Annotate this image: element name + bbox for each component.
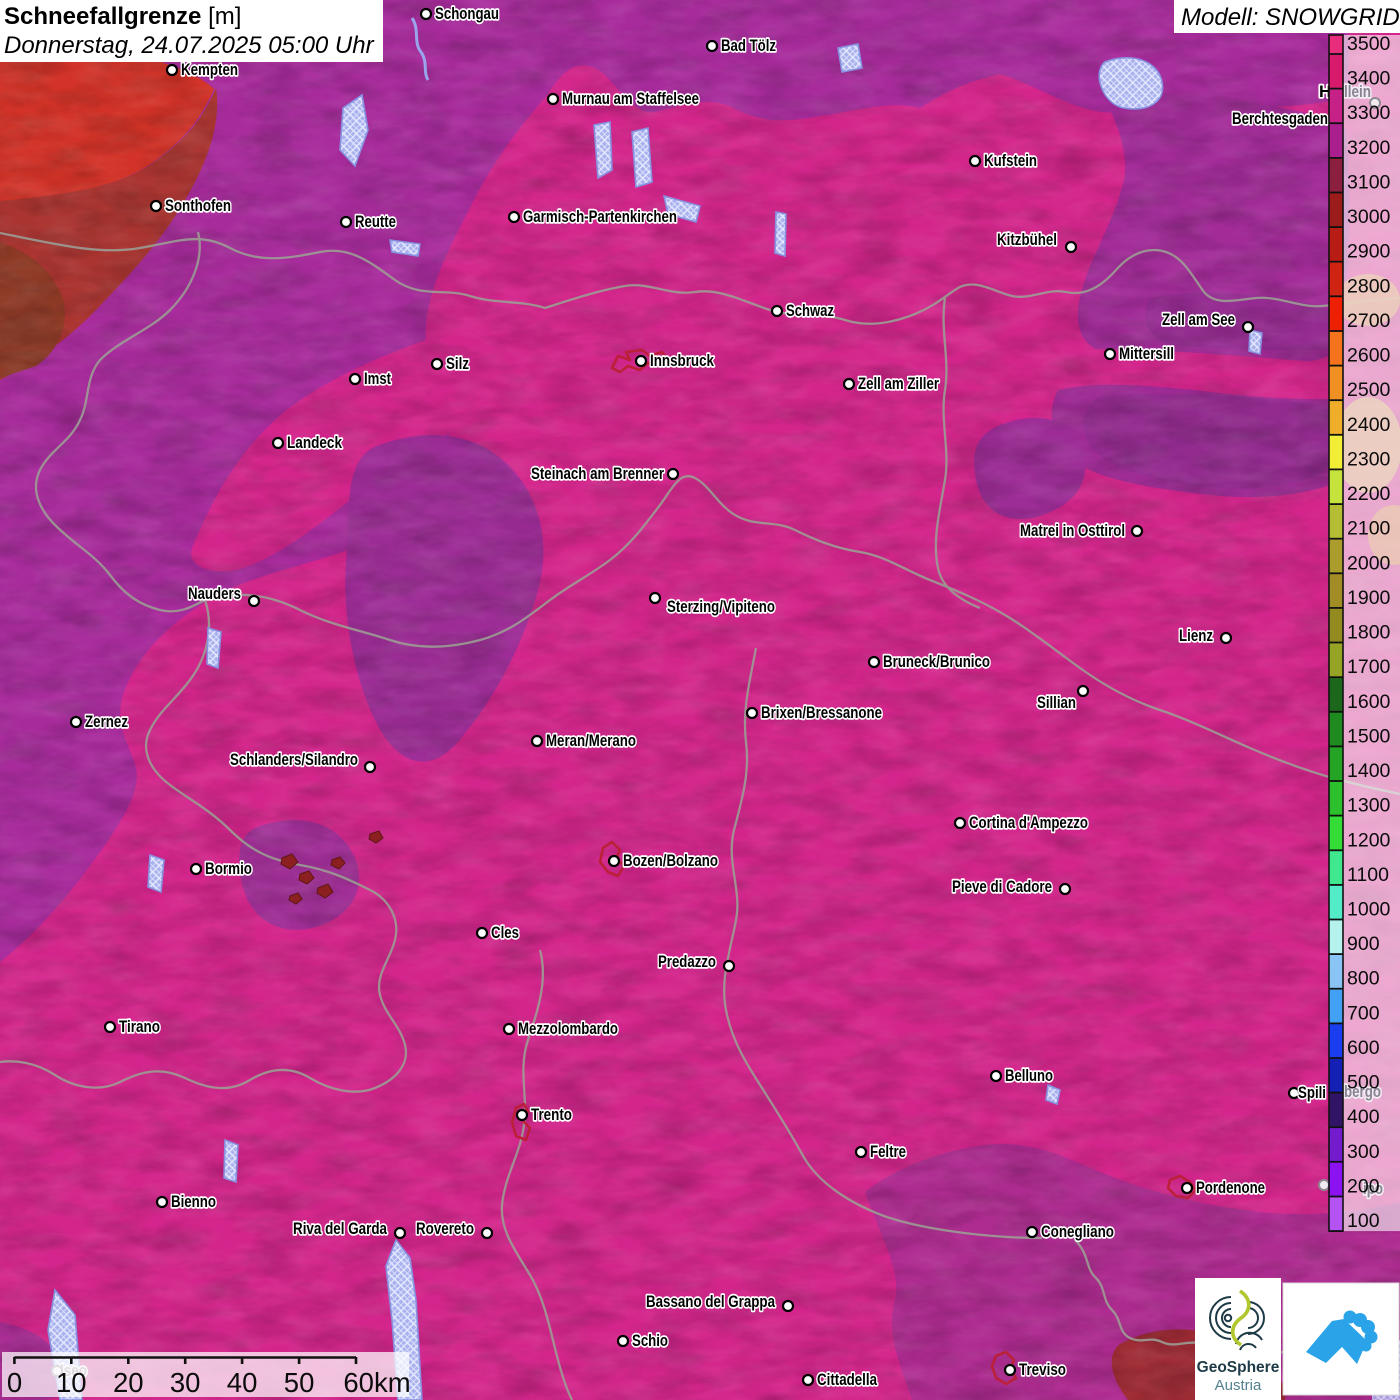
svg-text:10: 10 — [56, 1367, 87, 1398]
svg-text:50: 50 — [284, 1367, 315, 1398]
svg-text:800: 800 — [1347, 968, 1380, 990]
svg-text:Mezzolombardo: Mezzolombardo — [518, 1019, 618, 1038]
svg-text:Zell am Ziller: Zell am Ziller — [858, 374, 939, 393]
svg-text:Imst: Imst — [364, 369, 391, 388]
svg-text:Treviso: Treviso — [1019, 1360, 1066, 1379]
svg-text:GeoSphere: GeoSphere — [1197, 1359, 1280, 1376]
svg-text:1500: 1500 — [1347, 725, 1391, 747]
svg-text:Kufstein: Kufstein — [984, 151, 1037, 170]
svg-text:2700: 2700 — [1347, 310, 1391, 332]
svg-text:400: 400 — [1347, 1106, 1380, 1128]
svg-text:Silz: Silz — [446, 354, 469, 373]
svg-text:700: 700 — [1347, 1002, 1380, 1024]
svg-text:3100: 3100 — [1347, 172, 1391, 194]
svg-text:1900: 1900 — [1347, 587, 1391, 609]
svg-text:Schneefallgrenze [m]: Schneefallgrenze [m] — [4, 3, 241, 30]
svg-text:Schlanders/Silandro: Schlanders/Silandro — [230, 750, 358, 769]
svg-text:Bad Tölz: Bad Tölz — [721, 36, 776, 55]
svg-text:40: 40 — [227, 1367, 258, 1398]
svg-text:Lienz: Lienz — [1179, 626, 1213, 645]
svg-text:2300: 2300 — [1347, 448, 1391, 470]
svg-text:200: 200 — [1347, 1176, 1380, 1198]
svg-text:Pordenone: Pordenone — [1196, 1178, 1265, 1197]
svg-text:Modell: SNOWGRID: Modell: SNOWGRID — [1181, 4, 1400, 31]
svg-text:2200: 2200 — [1347, 483, 1391, 505]
svg-text:3200: 3200 — [1347, 137, 1391, 159]
svg-text:60km: 60km — [343, 1367, 410, 1398]
svg-text:3500: 3500 — [1347, 33, 1391, 55]
svg-text:3300: 3300 — [1347, 102, 1391, 124]
svg-text:2800: 2800 — [1347, 275, 1391, 297]
svg-text:20: 20 — [113, 1367, 144, 1398]
svg-text:500: 500 — [1347, 1072, 1380, 1094]
svg-text:Tirano: Tirano — [119, 1017, 160, 1036]
svg-text:3000: 3000 — [1347, 206, 1391, 228]
svg-text:Riva del Garda: Riva del Garda — [293, 1219, 387, 1238]
svg-text:2000: 2000 — [1347, 552, 1391, 574]
svg-text:600: 600 — [1347, 1037, 1380, 1059]
svg-text:Kitzbühel: Kitzbühel — [997, 230, 1057, 249]
svg-text:Kempten: Kempten — [181, 60, 238, 79]
svg-text:Conegliano: Conegliano — [1041, 1222, 1114, 1241]
svg-text:Cles: Cles — [491, 923, 519, 942]
svg-text:Matrei in Osttirol: Matrei in Osttirol — [1020, 521, 1125, 540]
svg-text:2600: 2600 — [1347, 345, 1391, 367]
svg-text:Reutte: Reutte — [355, 212, 396, 231]
svg-text:1200: 1200 — [1347, 829, 1391, 851]
svg-text:1000: 1000 — [1347, 899, 1391, 921]
svg-text:Belluno: Belluno — [1005, 1066, 1053, 1085]
svg-text:1100: 1100 — [1347, 864, 1389, 886]
svg-text:Landeck: Landeck — [287, 433, 342, 452]
svg-text:Brixen/Bressanone: Brixen/Bressanone — [761, 703, 882, 722]
svg-text:1600: 1600 — [1347, 691, 1391, 713]
svg-text:2400: 2400 — [1347, 414, 1391, 436]
svg-text:0: 0 — [7, 1367, 22, 1398]
svg-text:Murnau am Staffelsee: Murnau am Staffelsee — [562, 89, 699, 108]
svg-text:Sterzing/Vipiteno: Sterzing/Vipiteno — [667, 597, 775, 616]
svg-text:Spili: Spili — [1298, 1083, 1326, 1102]
svg-text:3400: 3400 — [1347, 68, 1391, 90]
svg-text:Rovereto: Rovereto — [416, 1219, 474, 1238]
svg-text:Schwaz: Schwaz — [786, 301, 834, 320]
svg-text:Meran/Merano: Meran/Merano — [546, 731, 636, 750]
svg-text:Donnerstag, 24.07.2025 05:00 U: Donnerstag, 24.07.2025 05:00 Uhr — [4, 32, 375, 59]
svg-text:2100: 2100 — [1347, 518, 1391, 540]
svg-text:Garmisch-Partenkirchen: Garmisch-Partenkirchen — [523, 207, 677, 226]
svg-text:Predazzo: Predazzo — [658, 952, 716, 971]
svg-text:Bruneck/Brunico: Bruneck/Brunico — [883, 652, 990, 671]
svg-text:Steinach am Brenner: Steinach am Brenner — [531, 464, 664, 483]
svg-text:Schongau: Schongau — [435, 4, 499, 23]
svg-text:Austria: Austria — [1215, 1377, 1262, 1394]
svg-text:100: 100 — [1347, 1210, 1380, 1232]
svg-text:900: 900 — [1347, 933, 1380, 955]
svg-text:Berchtesgaden: Berchtesgaden — [1232, 109, 1328, 128]
svg-text:Sillian: Sillian — [1037, 693, 1076, 712]
svg-text:Bozen/Bolzano: Bozen/Bolzano — [623, 851, 718, 870]
svg-text:Bassano del Grappa: Bassano del Grappa — [646, 1292, 775, 1311]
svg-text:Cittadella: Cittadella — [817, 1370, 877, 1389]
svg-text:Cortina d'Ampezzo: Cortina d'Ampezzo — [969, 813, 1088, 832]
svg-text:Pieve di Cadore: Pieve di Cadore — [952, 877, 1052, 896]
svg-text:1800: 1800 — [1347, 622, 1391, 644]
svg-text:30: 30 — [170, 1367, 201, 1398]
svg-text:Nauders: Nauders — [188, 584, 241, 603]
svg-text:300: 300 — [1347, 1141, 1380, 1163]
svg-text:Bienno: Bienno — [171, 1192, 216, 1211]
svg-text:Bormio: Bormio — [205, 859, 252, 878]
svg-text:Trento: Trento — [531, 1105, 572, 1124]
svg-text:2500: 2500 — [1347, 379, 1391, 401]
svg-text:Schio: Schio — [632, 1331, 668, 1350]
svg-text:1700: 1700 — [1347, 656, 1391, 678]
svg-text:Zell am See: Zell am See — [1162, 310, 1235, 329]
svg-text:Feltre: Feltre — [870, 1142, 906, 1161]
svg-text:Zernez: Zernez — [85, 712, 128, 731]
svg-text:Mittersill: Mittersill — [1119, 344, 1174, 363]
svg-text:Sonthofen: Sonthofen — [165, 196, 231, 215]
svg-text:1300: 1300 — [1347, 795, 1391, 817]
svg-text:2900: 2900 — [1347, 241, 1391, 263]
svg-text:1400: 1400 — [1347, 760, 1391, 782]
svg-text:Innsbruck: Innsbruck — [650, 351, 714, 370]
